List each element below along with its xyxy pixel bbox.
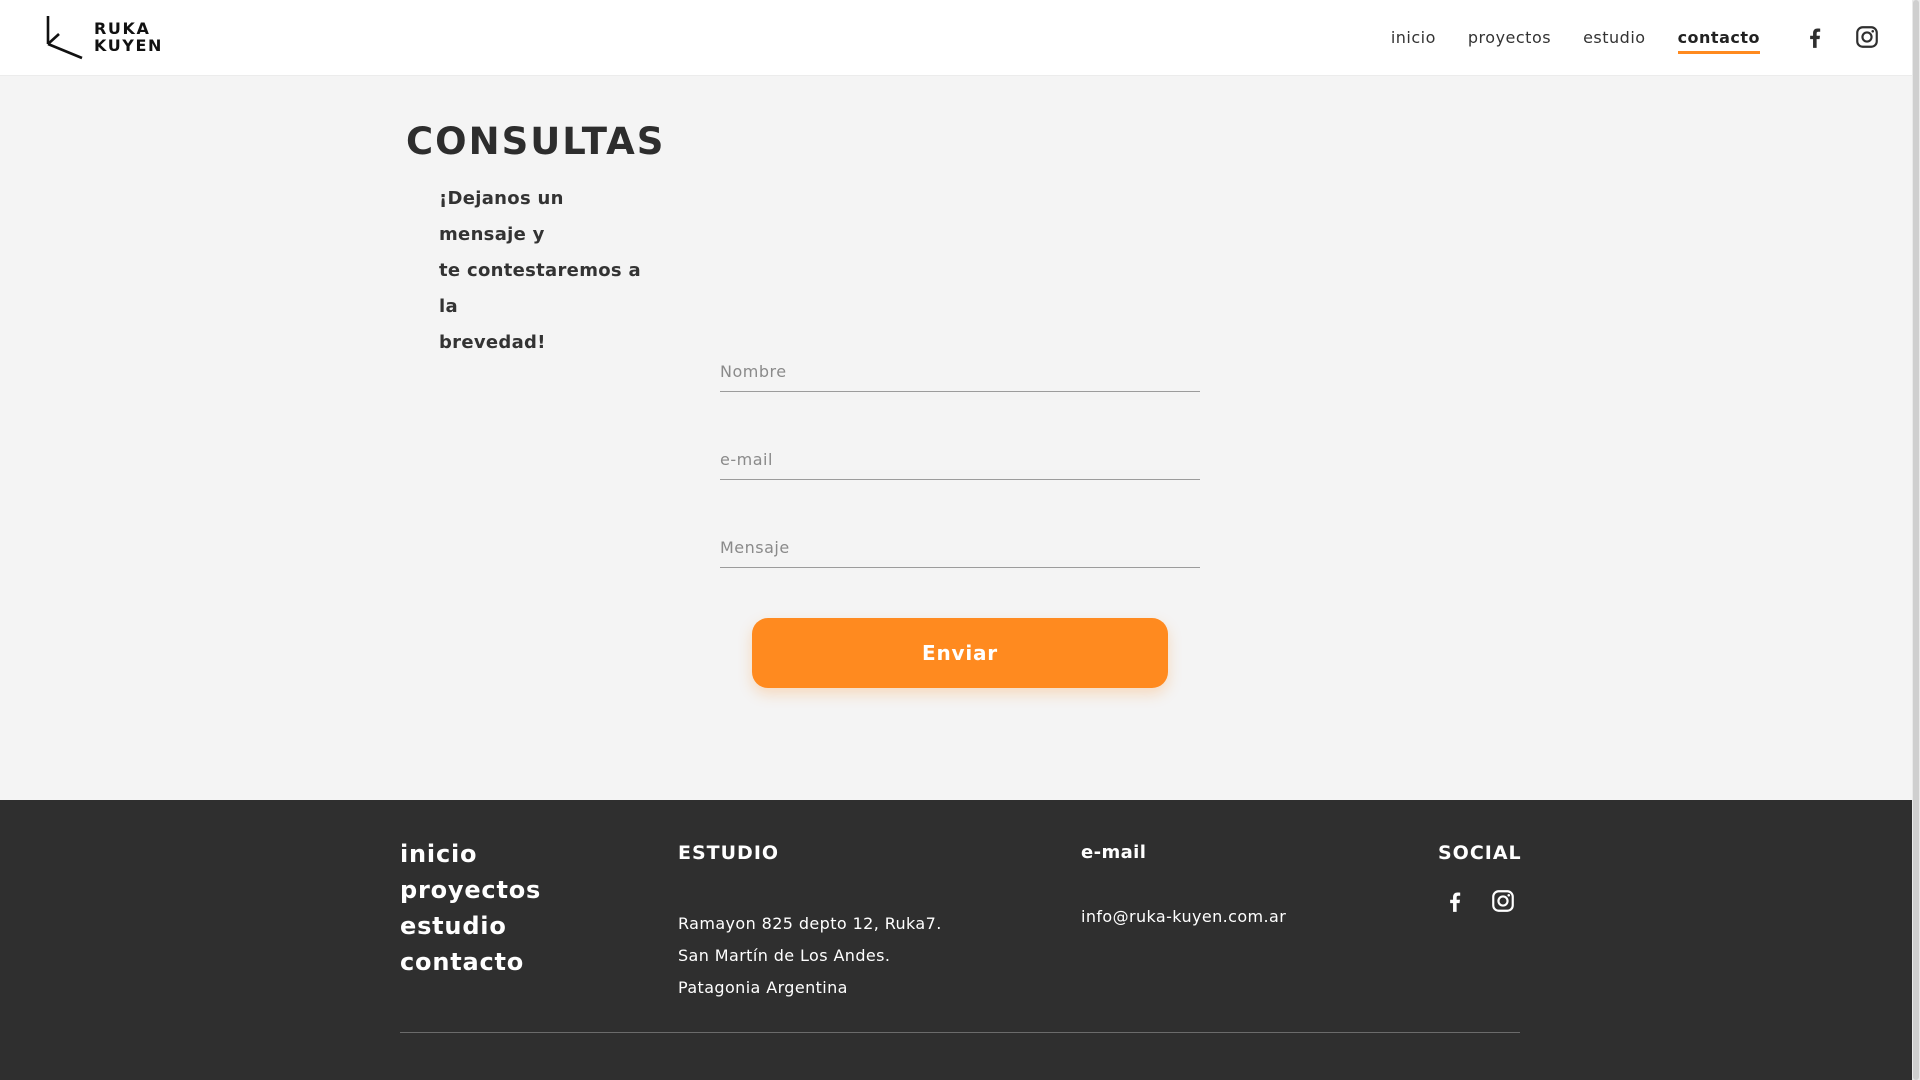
send-button[interactable]: Enviar [752,618,1168,688]
footer-facebook-link[interactable] [1442,888,1468,914]
logo-line-1: RUKA [94,19,151,38]
contact-form [720,352,1200,616]
logo-line-2: KUYEN [94,36,164,55]
email-field[interactable] [720,440,1200,480]
instagram-icon [1492,890,1514,912]
header-facebook-link[interactable] [1802,24,1828,50]
facebook-icon [1810,28,1821,48]
instagram-icon [1856,26,1878,48]
logo-mark-icon [46,16,83,60]
nav-contacto[interactable]: contacto [1677,28,1760,54]
footer-studio: ESTUDIO Ramayon 825 depto 12, Ruka7. San… [678,842,942,1004]
address-line-1: Ramayon 825 depto 12, Ruka7. [678,914,942,933]
nav-inicio[interactable]: inicio [1391,28,1436,54]
facebook-icon [1450,892,1461,912]
nav-estudio[interactable]: estudio [1583,28,1645,54]
footer-nav-proyectos[interactable]: proyectos [400,872,541,908]
scrollbar[interactable] [1912,0,1920,1080]
footer-social: SOCIAL [1438,842,1522,914]
contact-intro-line-2: te contestaremos a la [439,260,641,317]
header-social-links [1802,24,1880,50]
logo[interactable]: RUKA KUYEN [44,14,174,60]
logo-text: RUKA KUYEN [94,20,163,54]
footer-social-title: SOCIAL [1438,842,1522,864]
nav-proyectos[interactable]: proyectos [1468,28,1551,54]
message-field[interactable] [720,528,1200,568]
contact-intro: ¡Dejanos un mensaje y te contestaremos a… [439,181,654,361]
footer-divider [400,1032,1520,1033]
site-header: RUKA KUYEN inicio proyectos estudio cont… [0,0,1920,76]
contact-intro-line-1: ¡Dejanos un mensaje y [439,188,564,245]
contact-intro-line-3: brevedad! [439,332,546,353]
studio-address: Ramayon 825 depto 12, Ruka7. San Martín … [678,908,942,1004]
footer-social-links [1438,888,1522,914]
footer-nav: inicio proyectos estudio contacto [400,836,541,980]
main-nav: inicio proyectos estudio contacto [1391,28,1760,54]
header-instagram-link[interactable] [1854,24,1880,50]
footer-nav-inicio[interactable]: inicio [400,836,541,872]
scrollbar-thumb[interactable] [1913,0,1919,1080]
footer-email: e-mail info@ruka-kuyen.com.ar [1081,842,1286,926]
email-link[interactable]: info@ruka-kuyen.com.ar [1081,907,1286,926]
name-field[interactable] [720,352,1200,392]
site-footer: inicio proyectos estudio contacto ESTUDI… [0,800,1920,1080]
address-line-3: Patagonia Argentina [678,978,848,997]
footer-instagram-link[interactable] [1490,888,1516,914]
footer-nav-contacto[interactable]: contacto [400,944,541,980]
footer-email-title: e-mail [1081,842,1147,863]
page-title: CONSULTAS [406,120,666,163]
footer-studio-title: ESTUDIO [678,842,780,864]
address-line-2: San Martín de Los Andes. [678,946,891,965]
footer-nav-estudio[interactable]: estudio [400,908,541,944]
